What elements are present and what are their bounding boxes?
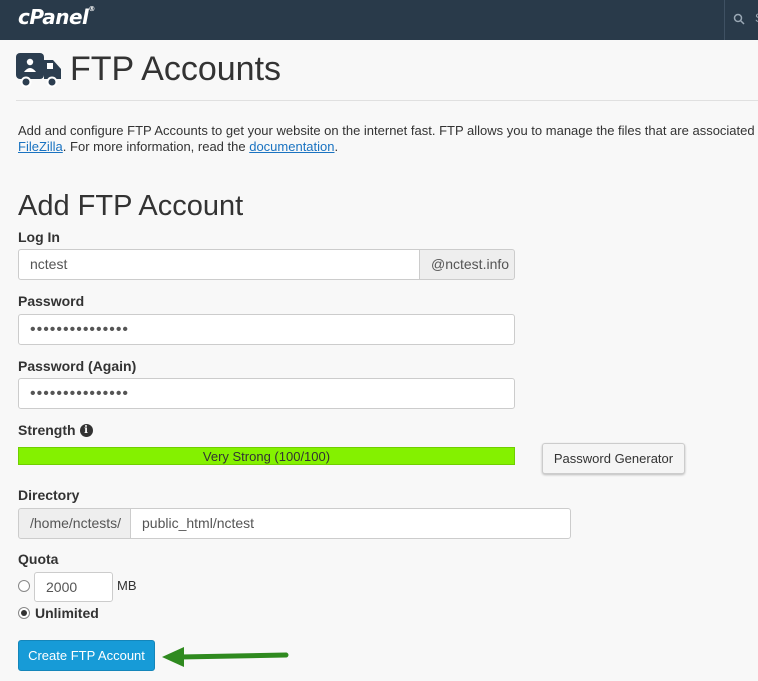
directory-prefix: /home/nctests/ — [18, 508, 131, 539]
intro-text: Add and configure FTP Accounts to get yo… — [18, 123, 755, 138]
section-title: Add FTP Account — [18, 190, 244, 222]
password-strength-meter: Very Strong (100/100) — [18, 447, 515, 465]
search-icon — [733, 13, 745, 25]
ftp-truck-icon — [16, 53, 61, 88]
filezilla-link[interactable]: FileZilla — [18, 139, 63, 154]
login-label: Log In — [18, 229, 60, 245]
password-generator-button[interactable]: Password Generator — [542, 443, 685, 474]
intro-paragraph: Add and configure FTP Accounts to get yo… — [18, 123, 758, 155]
annotation-arrow-icon — [162, 647, 289, 667]
quota-unit: MB — [117, 578, 137, 593]
password-input[interactable]: ••••••••••••••• — [18, 314, 515, 345]
login-domain-addon: @nctest.info — [419, 249, 515, 280]
password-label: Password — [18, 293, 85, 309]
quota-limited-radio[interactable] — [18, 580, 30, 592]
strength-label: Strength — [18, 422, 76, 438]
strength-text: Very Strong (100/100) — [202, 449, 331, 464]
quota-input[interactable]: 2000 — [34, 572, 113, 602]
quota-unlimited-label[interactable]: Unlimited — [35, 605, 99, 621]
info-icon[interactable]: i — [79, 423, 93, 437]
page-title: FTP Accounts — [70, 50, 282, 88]
login-input[interactable]: nctest — [18, 249, 420, 280]
intro-end-text: . — [334, 139, 339, 154]
strength-label-row: Strength i — [18, 422, 93, 438]
logo-text: cPanel — [18, 5, 89, 29]
top-navbar: cPanel® S — [0, 0, 758, 40]
title-divider — [16, 100, 758, 101]
search-box[interactable]: S — [724, 0, 758, 40]
password-again-input[interactable]: ••••••••••••••• — [18, 378, 515, 409]
quota-label: Quota — [18, 551, 59, 567]
directory-input[interactable]: public_html/nctest — [130, 508, 571, 539]
create-ftp-account-button[interactable]: Create FTP Account — [18, 640, 155, 671]
password-again-label: Password (Again) — [18, 358, 137, 374]
quota-unlimited-radio[interactable] — [18, 607, 30, 619]
directory-label: Directory — [18, 487, 80, 503]
intro-middle-text: . For more information, read the — [62, 139, 250, 154]
documentation-link[interactable]: documentation — [249, 139, 334, 154]
cpanel-logo[interactable]: cPanel® — [18, 5, 95, 29]
